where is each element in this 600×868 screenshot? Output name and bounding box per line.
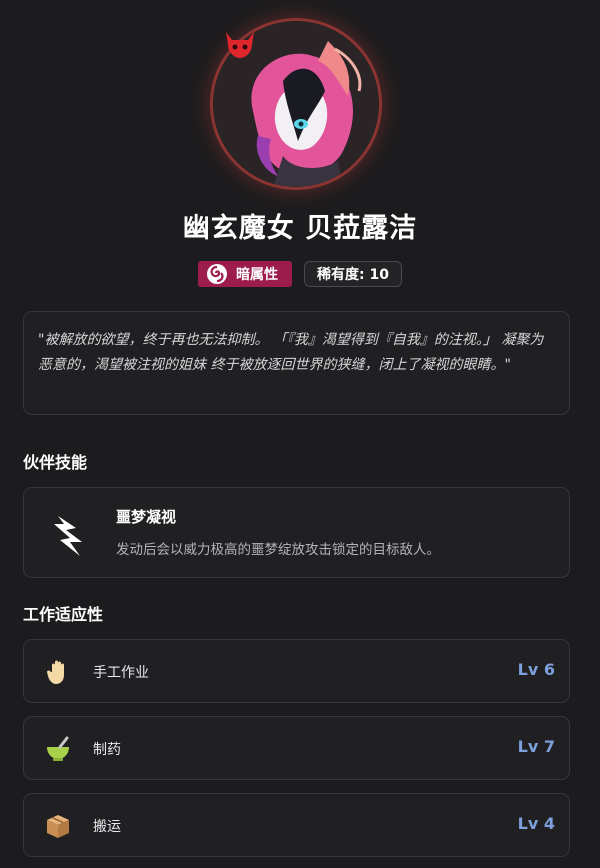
work-level: Lv 4 (517, 814, 555, 833)
hand-icon (47, 660, 64, 684)
work-label: 搬运 (93, 819, 121, 835)
character-avatar-frame (210, 18, 382, 190)
work-label: 手工作业 (93, 665, 149, 681)
work-level: Lv 7 (517, 737, 555, 756)
devil-emblem-icon (226, 32, 254, 58)
skill-description: 发动后会以威力极高的噩梦绽放攻击锁定的目标敌人。 (116, 542, 440, 558)
mortar-icon (47, 736, 69, 761)
skill-name: 噩梦凝视 (116, 508, 177, 526)
element-label: 暗属性 (236, 267, 279, 283)
description-card: "被解放的欲望，终于再也无法抑制。 「『我』渴望得到『自我』的注视。」 凝聚为恶… (23, 311, 570, 415)
claw-slash-icon (54, 516, 82, 556)
work-item-medicine[interactable]: 制药 Lv 7 (23, 716, 570, 780)
work-section-title: 工作适应性 (23, 605, 104, 624)
work-item-transport[interactable]: 搬运 Lv 4 (23, 793, 570, 857)
skill-section-title: 伙伴技能 (23, 453, 88, 472)
box-icon (47, 815, 69, 838)
work-level: Lv 6 (517, 660, 555, 679)
badge-row: 暗属性 稀有度: 10 (0, 261, 600, 287)
character-name: 幽玄魔女 贝菈露洁 (182, 213, 418, 244)
dark-element-icon (207, 264, 228, 284)
character-description: "被解放的欲望，终于再也无法抑制。 「『我』渴望得到『自我』的注视。」 凝聚为恶… (38, 332, 544, 373)
work-label: 制药 (93, 742, 121, 758)
partner-skill-card[interactable]: 噩梦凝视 发动后会以威力极高的噩梦绽放攻击锁定的目标敌人。 (23, 487, 570, 578)
element-badge: 暗属性 (198, 261, 293, 287)
work-item-handiwork[interactable]: 手工作业 Lv 6 (23, 639, 570, 703)
rarity-badge: 稀有度: 10 (304, 261, 402, 287)
